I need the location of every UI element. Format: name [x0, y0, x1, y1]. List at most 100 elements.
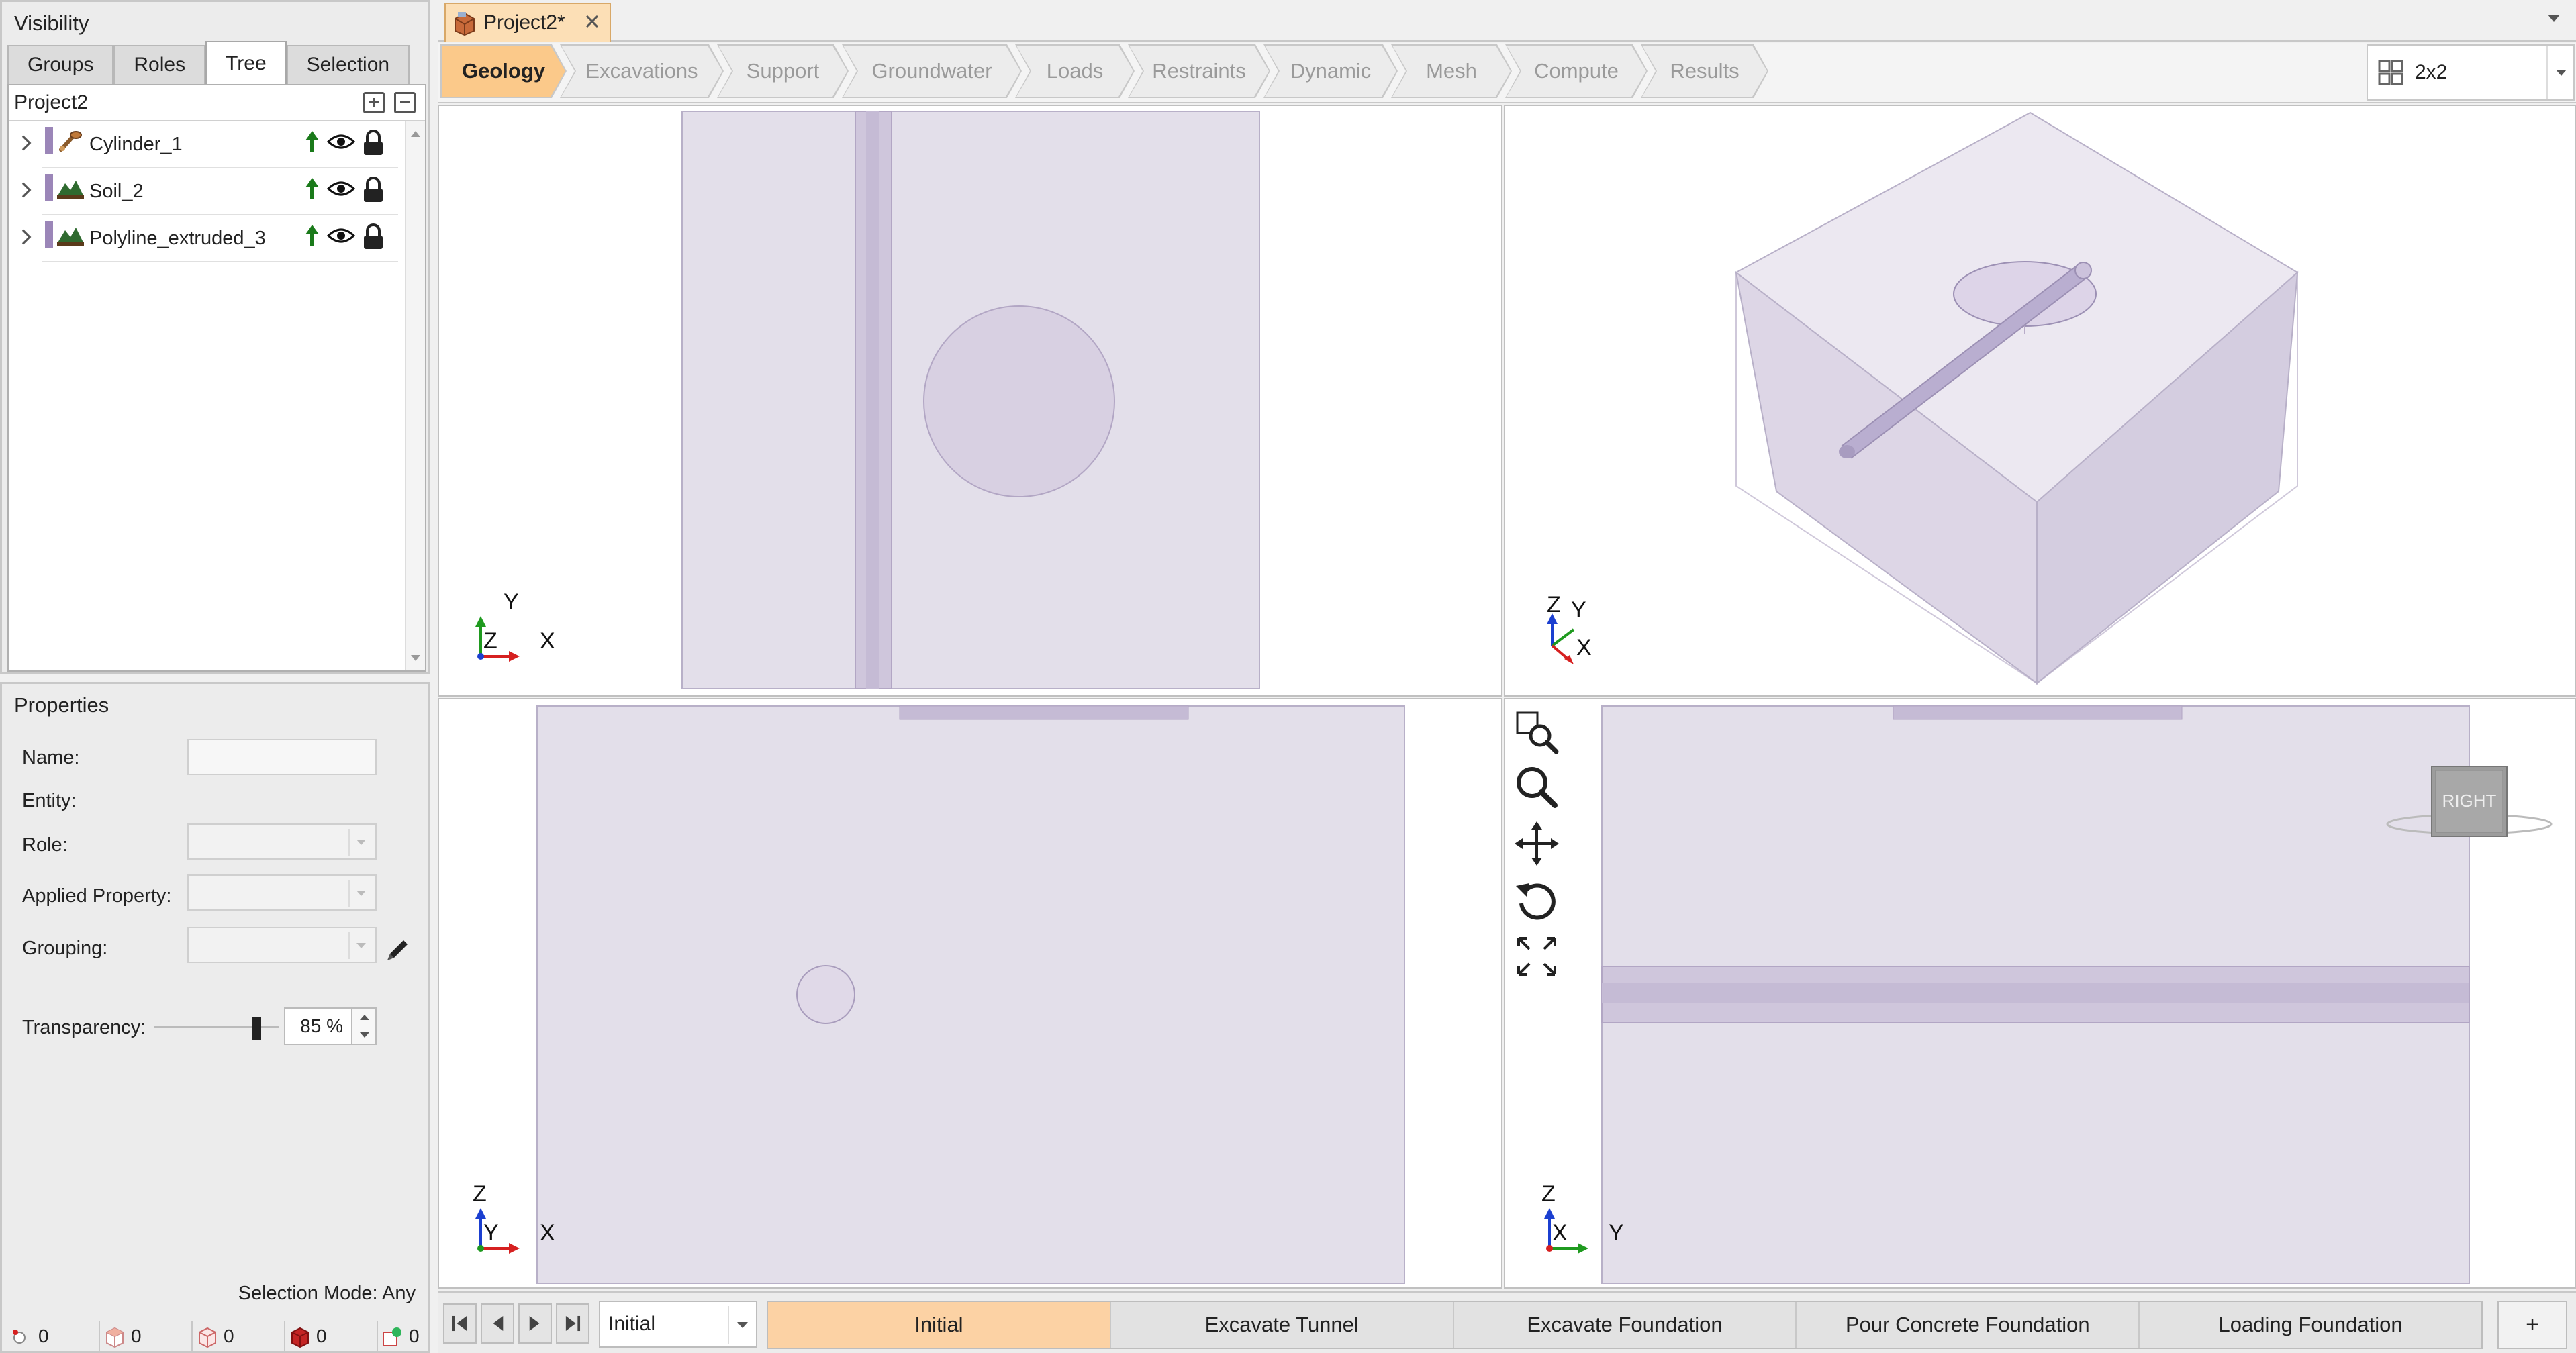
tree-item-soil[interactable]: Soil_2 — [15, 168, 398, 215]
tree-root-label: Project2 — [14, 91, 89, 113]
color-swatch[interactable] — [45, 221, 53, 248]
expand-chevron-icon[interactable] — [15, 135, 32, 151]
tree-header: Project2 — [9, 85, 425, 121]
role-arrow-icon[interactable] — [305, 131, 319, 152]
viewport-right[interactable]: RIGHT Z X Y — [1504, 698, 2576, 1289]
lock-icon[interactable] — [362, 130, 385, 156]
phase-tab-pour-concrete[interactable]: Pour Concrete Foundation — [1797, 1302, 2140, 1348]
lock-icon[interactable] — [362, 177, 385, 203]
view-cube[interactable]: RIGHT — [2386, 757, 2554, 844]
tab-roles[interactable]: Roles — [113, 45, 206, 84]
step-mesh[interactable]: Mesh — [1392, 46, 1511, 97]
tree-item-cylinder[interactable]: Cylinder_1 — [15, 121, 398, 168]
zoom-extents-icon[interactable] — [1513, 933, 1560, 980]
phase-tab-loading-foundation[interactable]: Loading Foundation — [2140, 1302, 2481, 1348]
phase-tab-initial[interactable]: Initial — [768, 1302, 1111, 1348]
name-field[interactable] — [187, 739, 377, 775]
step-excavations[interactable]: Excavations — [561, 46, 722, 97]
soil-icon — [57, 181, 84, 199]
front-view-canvas[interactable] — [439, 699, 1502, 1289]
last-phase-button[interactable] — [556, 1303, 589, 1344]
soil-icon — [57, 228, 84, 246]
first-phase-button[interactable] — [443, 1303, 477, 1344]
pencil-icon[interactable] — [382, 935, 413, 966]
cylinder-section[interactable] — [1893, 705, 2183, 720]
tunnel-section[interactable] — [796, 965, 855, 1024]
solid-count: 0 — [285, 1321, 378, 1351]
tab-groups[interactable]: Groups — [7, 45, 114, 84]
project-icon — [455, 12, 475, 36]
close-icon[interactable] — [583, 12, 602, 31]
phase-tabs: Initial Excavate Tunnel Excavate Foundat… — [767, 1301, 2483, 1349]
step-support[interactable]: Support — [718, 46, 847, 97]
axis-label-z: Z — [1541, 1181, 1556, 1207]
cylinder-footprint[interactable] — [923, 305, 1115, 497]
phase-select[interactable]: Initial — [599, 1301, 757, 1348]
visibility-panel: Visibility Groups Roles Tree Selection P… — [0, 0, 430, 674]
iso-view-canvas[interactable] — [1505, 106, 2576, 697]
viewport-layout-select[interactable]: 2x2 — [2367, 44, 2575, 101]
zoom-icon[interactable] — [1513, 764, 1560, 811]
extrusion-shade — [866, 111, 879, 689]
view-cube-label: RIGHT — [2442, 791, 2497, 811]
tab-selection[interactable]: Selection — [286, 45, 410, 84]
document-tab-label: Project2* — [483, 11, 565, 34]
visibility-tabs: Groups Roles Tree Selection — [7, 41, 410, 85]
grouping-select[interactable] — [187, 927, 377, 963]
document-tabbar: Project2* — [438, 0, 2576, 42]
phase-tab-excavate-tunnel[interactable]: Excavate Tunnel — [1110, 1302, 1454, 1348]
slider-thumb[interactable] — [252, 1017, 261, 1040]
dropdown-chevron-icon[interactable] — [2546, 46, 2573, 99]
axis-label-x: X — [540, 628, 555, 654]
step-restraints[interactable]: Restraints — [1129, 46, 1269, 97]
step-groundwater[interactable]: Groundwater — [843, 46, 1020, 97]
color-swatch[interactable] — [45, 174, 53, 201]
next-phase-button[interactable] — [518, 1303, 552, 1344]
applied-property-select[interactable] — [187, 874, 377, 911]
add-phase-button[interactable]: + — [2497, 1301, 2567, 1349]
eye-icon[interactable] — [327, 228, 355, 244]
tree-item-polyline[interactable]: Polyline_extruded_3 — [15, 215, 398, 262]
viewport-3d[interactable]: Z Y X — [1504, 105, 2576, 697]
rotate-icon[interactable] — [1513, 876, 1560, 923]
step-geology[interactable]: Geology — [442, 46, 565, 97]
transparency-spinner[interactable] — [352, 1007, 377, 1045]
previous-phase-button[interactable] — [481, 1303, 514, 1344]
axis-triad: Y Z X — [475, 589, 555, 662]
viewport-front[interactable]: Z Y X — [438, 698, 1502, 1289]
cylinder-section[interactable] — [899, 705, 1189, 720]
step-results[interactable]: Results — [1642, 46, 1767, 97]
axis-label-y: Y — [483, 1220, 499, 1246]
document-tab[interactable]: Project2* — [444, 3, 611, 42]
properties-title: Properties — [14, 693, 109, 717]
role-arrow-icon[interactable] — [305, 178, 319, 199]
lock-icon[interactable] — [362, 223, 385, 250]
axis-label-z: Z — [483, 628, 497, 654]
eye-icon[interactable] — [327, 134, 355, 150]
role-arrow-icon[interactable] — [305, 225, 319, 246]
step-loads[interactable]: Loads — [1016, 46, 1133, 97]
transparency-input[interactable]: 85 % — [284, 1007, 352, 1045]
step-compute[interactable]: Compute — [1507, 46, 1646, 97]
soil-block[interactable] — [536, 705, 1405, 1284]
top-view-canvas[interactable] — [439, 106, 1502, 697]
tab-menu-chevron-icon[interactable] — [2548, 15, 2560, 22]
tree-item-label: Cylinder_1 — [89, 134, 183, 155]
expand-all-icon[interactable] — [363, 92, 385, 113]
role-select[interactable] — [187, 823, 377, 860]
transparency-slider[interactable] — [154, 1017, 279, 1040]
step-dynamic[interactable]: Dynamic — [1265, 46, 1396, 97]
phase-tab-excavate-foundation[interactable]: Excavate Foundation — [1453, 1302, 1797, 1348]
viewport-top[interactable]: Y Z X — [438, 105, 1502, 697]
zoom-window-icon[interactable] — [1513, 709, 1560, 756]
entity-label: Entity: — [22, 790, 77, 811]
collapse-all-icon[interactable] — [394, 92, 416, 113]
expand-chevron-icon[interactable] — [15, 229, 32, 245]
pan-icon[interactable] — [1513, 820, 1560, 867]
name-label: Name: — [22, 747, 80, 768]
expand-chevron-icon[interactable] — [15, 182, 32, 198]
eye-icon[interactable] — [327, 181, 355, 197]
tab-tree[interactable]: Tree — [205, 41, 287, 85]
tree-scrollbar[interactable] — [405, 121, 425, 670]
color-swatch[interactable] — [45, 127, 53, 154]
